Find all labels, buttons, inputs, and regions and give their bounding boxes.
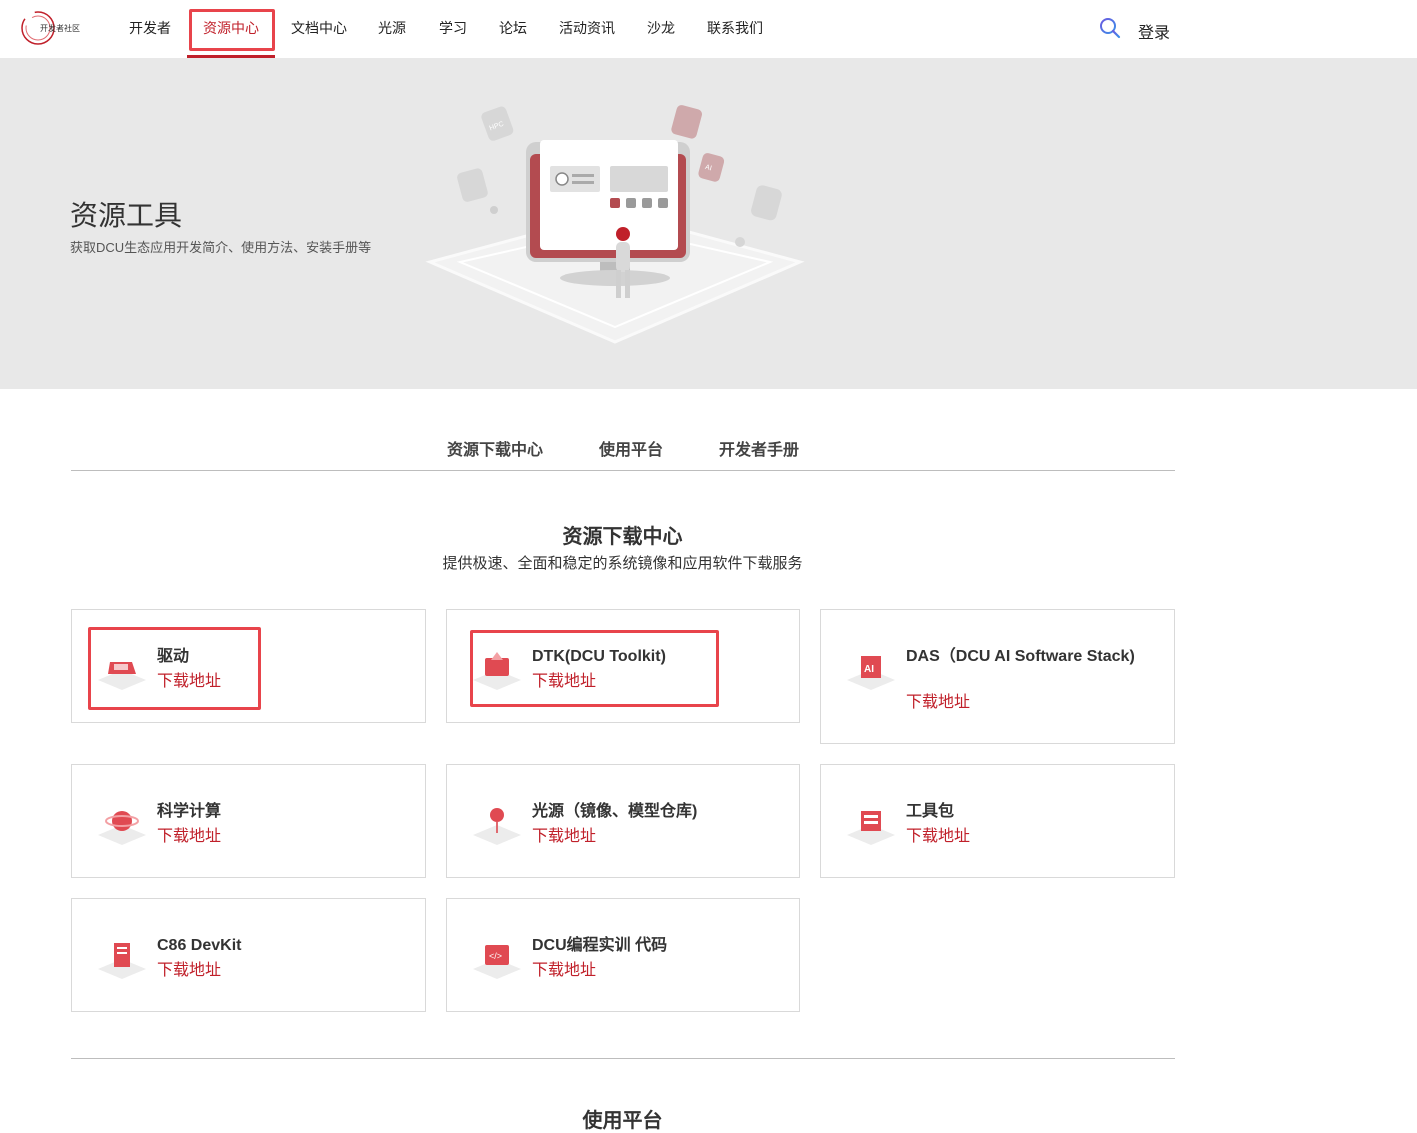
download-link[interactable]: 下载地址 <box>157 822 221 846</box>
download-link[interactable]: 下载地址 <box>906 688 970 712</box>
card-science[interactable]: 科学计算 下载地址 <box>71 764 426 878</box>
card-highlight-box <box>88 627 261 710</box>
nav-forum[interactable]: 论坛 <box>499 18 527 38</box>
resource-tabs: 资源下载中心 使用平台 开发者手册 <box>71 430 1175 471</box>
science-icon <box>96 799 148 847</box>
ai-stack-icon: AI <box>845 644 897 692</box>
card-title: 科学计算 <box>157 803 222 820</box>
nav-contact[interactable]: 联系我们 <box>707 18 763 38</box>
card-das[interactable]: AI DAS（DCU AI Software Stack) 下载地址 <box>820 609 1175 744</box>
banner-subtitle: 获取DCU生态应用开发简介、使用方法、安装手册等 <box>70 240 372 255</box>
card-training-code[interactable]: </> DCU编程实训 代码 下载地址 <box>446 898 800 1012</box>
card-title: DAS（DCU AI Software Stack) <box>906 648 1135 665</box>
tab-download-center[interactable]: 资源下载中心 <box>447 436 543 460</box>
section-subtitle: 提供极速、全面和稳定的系统镜像和应用软件下载服务 <box>442 555 803 572</box>
card-title: 工具包 <box>906 803 955 820</box>
banner-illustration: HPC AI <box>420 92 810 352</box>
next-section-title: 使用平台 <box>582 1110 663 1132</box>
code-icon: </> <box>471 933 523 981</box>
toolbox-icon <box>845 799 897 847</box>
section-divider <box>71 1058 1175 1059</box>
devkit-icon <box>96 933 148 981</box>
download-link[interactable]: 下载地址 <box>532 956 596 980</box>
download-link[interactable]: 下载地址 <box>906 822 970 846</box>
nav-light-source[interactable]: 光源 <box>378 18 406 38</box>
card-devkit[interactable]: C86 DevKit 下载地址 <box>71 898 426 1012</box>
card-light-source[interactable]: 光源（镜像、模型仓库) 下载地址 <box>446 764 800 878</box>
download-link[interactable]: 下载地址 <box>157 956 221 980</box>
nav-docs-center[interactable]: 文档中心 <box>291 18 347 38</box>
banner-title: 资源工具 <box>70 200 183 231</box>
card-title: DCU编程实训 代码 <box>532 937 668 954</box>
login-link[interactable]: 登录 <box>1138 19 1170 43</box>
nav-developer[interactable]: 开发者 <box>129 18 171 38</box>
nav-highlight-box <box>189 9 275 51</box>
nav-events[interactable]: 活动资讯 <box>559 18 615 38</box>
section-title: 资源下载中心 <box>562 526 683 548</box>
svg-text:AI: AI <box>864 664 874 675</box>
tab-developer-manual[interactable]: 开发者手册 <box>719 436 799 460</box>
logo-text: 开发者社区 <box>40 24 80 33</box>
mirror-icon <box>471 799 523 847</box>
card-title: C86 DevKit <box>157 937 242 954</box>
card-toolbox[interactable]: 工具包 下载地址 <box>820 764 1175 878</box>
download-link[interactable]: 下载地址 <box>532 822 596 846</box>
svg-text:</>: </> <box>489 951 502 961</box>
nav-salon[interactable]: 沙龙 <box>647 18 675 38</box>
nav-learning[interactable]: 学习 <box>439 18 467 38</box>
top-header: 开发者社区 开发者 资源中心 文档中心 光源 学习 论坛 活动资讯 沙龙 联系我… <box>0 0 1417 58</box>
card-highlight-box <box>470 630 719 707</box>
site-logo[interactable]: 开发者社区 <box>20 8 86 48</box>
search-icon[interactable] <box>1099 17 1121 39</box>
card-title: 光源（镜像、模型仓库) <box>532 803 698 820</box>
tab-platform[interactable]: 使用平台 <box>599 436 663 460</box>
